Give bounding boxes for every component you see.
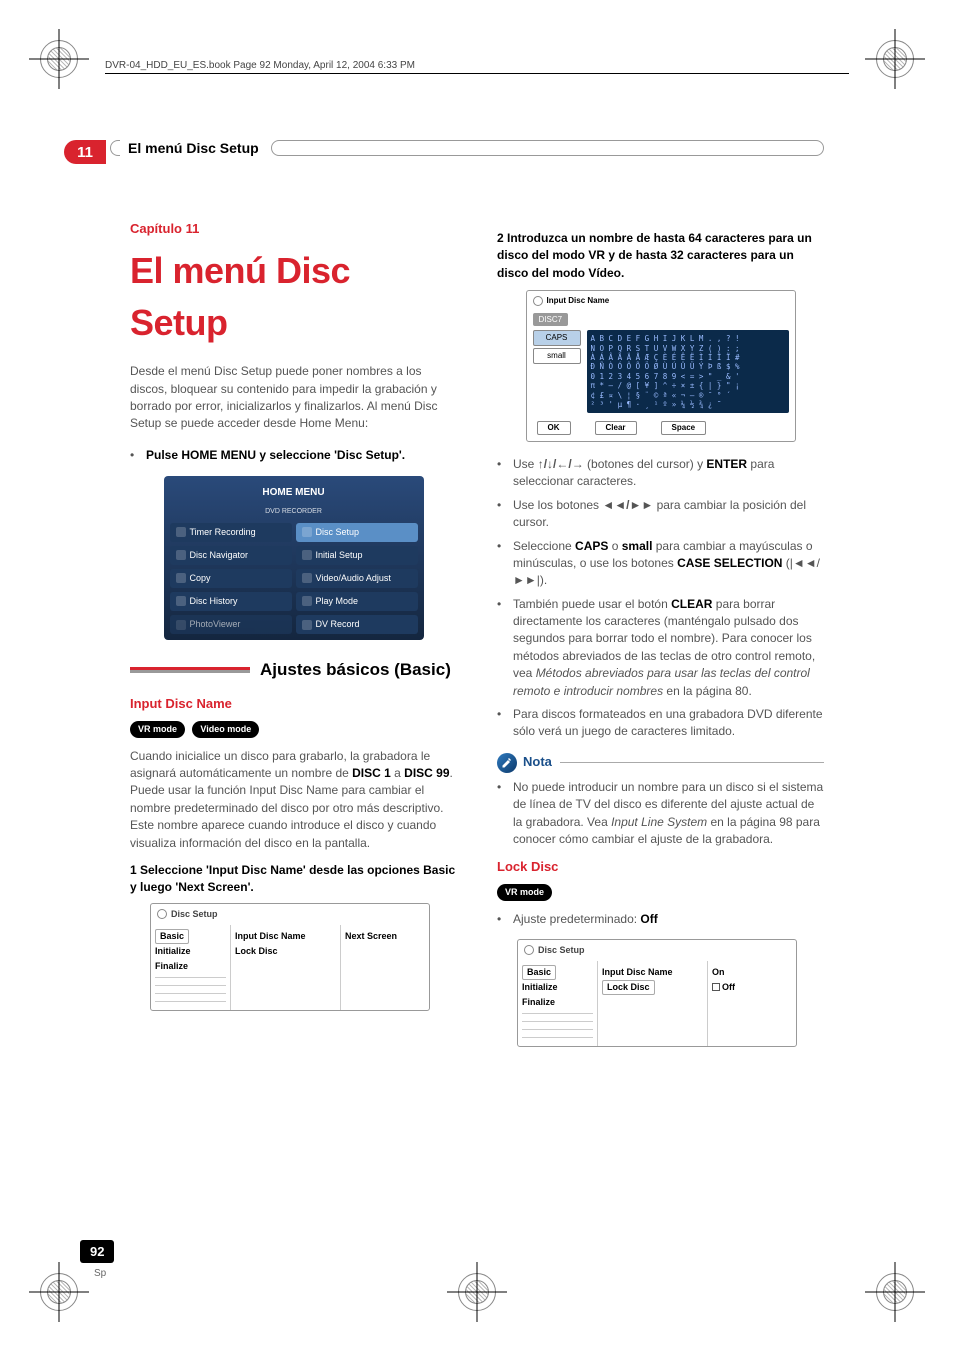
vr-mode-pill-2: VR mode [497, 884, 552, 901]
crop-mark-tl [40, 40, 78, 78]
clock-icon [176, 527, 186, 537]
home-menu-subtitle: DVD RECORDER [170, 507, 418, 517]
panel-basic: Basic [155, 929, 189, 944]
panel-input-disc-name: Input Disc Name [235, 929, 336, 944]
space-button: Space [661, 421, 707, 435]
panel-finalize: Finalize [155, 959, 226, 974]
caps-button: CAPS [533, 330, 581, 346]
hm-item-timer-recording: Timer Recording [170, 523, 292, 542]
panel2-basic: Basic [522, 965, 556, 980]
hm-item-dv-record: DV Record [296, 615, 418, 634]
camcorder-icon [302, 620, 312, 630]
ok-button: OK [537, 421, 571, 435]
chapter-label: Capítulo 11 [130, 220, 457, 239]
bullet-caps-small: Seleccione CAPS o small para cambiar a m… [497, 538, 824, 590]
panel-next-screen: Next Screen [345, 929, 425, 944]
vr-mode-pill: VR mode [130, 721, 185, 738]
heading-input-disc-name: Input Disc Name [130, 695, 457, 714]
hm-item-copy: Copy [170, 569, 292, 588]
disc-setup-panel-1: Disc Setup Basic Initialize Finalize Inp… [150, 903, 430, 1011]
small-button: small [533, 348, 581, 364]
panel2-finalize: Finalize [522, 995, 593, 1010]
adjust-icon [302, 573, 312, 583]
panel2-initialize: Initialize [522, 980, 593, 995]
disc-icon [157, 909, 167, 919]
input-disc-name-panel: Input Disc Name DISC7 CAPS small A B C D… [526, 290, 796, 442]
crop-mark-tr [876, 40, 914, 78]
input-disc-name-paragraph: Cuando inicialice un disco para grabarlo… [130, 748, 457, 852]
bullet-limited-chars: Para discos formateados en una grabadora… [497, 706, 824, 741]
heading-basic: Ajustes básicos (Basic) [130, 658, 457, 683]
note-heading: Nota [497, 753, 824, 773]
panel-initialize: Initialize [155, 944, 226, 959]
crop-mark-br [876, 1273, 914, 1311]
disc-icon [524, 945, 534, 955]
step-open-home-menu: Pulse HOME MENU y seleccione 'Disc Setup… [130, 447, 457, 464]
gear-icon [302, 550, 312, 560]
panel2-on: On [712, 965, 792, 980]
bullet-cursor-position: Use los botones ◄◄/►► para cambiar la po… [497, 497, 824, 532]
page-language: Sp [94, 1268, 106, 1279]
disc-icon [533, 296, 543, 306]
step-2: 2 Introduzca un nombre de hasta 64 carac… [497, 230, 824, 282]
bullet-cursor-enter: Use ↑/↓/←/→ (botones del cursor) y ENTER… [497, 456, 824, 491]
disc-label: DISC7 [533, 313, 569, 327]
panel2-input-disc-name: Input Disc Name [602, 965, 703, 980]
hm-item-photoviewer: PhotoViewer [170, 615, 292, 634]
section-title: El menú Disc Setup [128, 140, 259, 156]
heading-lock-disc: Lock Disc [497, 858, 824, 877]
panel2-lock-disc: Lock Disc [602, 980, 655, 995]
navigator-icon [176, 550, 186, 560]
radio-selected-icon [712, 983, 720, 991]
home-menu-title: HOME MENU [170, 482, 418, 507]
hm-item-video-audio-adjust: Video/Audio Adjust [296, 569, 418, 588]
section-title-row: El menú Disc Setup [110, 140, 824, 156]
hm-item-disc-navigator: Disc Navigator [170, 546, 292, 565]
hm-item-initial-setup: Initial Setup [296, 546, 418, 565]
crop-mark-bl [40, 1273, 78, 1311]
play-icon [302, 596, 312, 606]
chapter-intro: Desde el menú Disc Setup puede poner nom… [130, 363, 457, 433]
mode-pills: VR mode Video mode [130, 720, 457, 738]
crop-mark-bottom-center [458, 1273, 496, 1311]
photo-icon [176, 620, 186, 630]
book-header-line: DVR-04_HDD_EU_ES.book Page 92 Monday, Ap… [105, 60, 849, 74]
right-column: 2 Introduzca un nombre de hasta 64 carac… [497, 220, 824, 1231]
bullet-clear: También puede usar el botón CLEAR para b… [497, 596, 824, 700]
pencil-note-icon [497, 753, 517, 773]
note-body: No puede introducir un nombre para un di… [497, 779, 824, 849]
page-number: 92 [80, 1240, 114, 1263]
chapter-title: El menú Disc Setup [130, 245, 457, 349]
hm-item-disc-setup: Disc Setup [296, 523, 418, 542]
lock-default: Ajuste predeterminado: Off [497, 911, 824, 928]
clear-button: Clear [595, 421, 637, 435]
left-column: Capítulo 11 El menú Disc Setup Desde el … [130, 220, 457, 1231]
hm-item-disc-history: Disc History [170, 592, 292, 611]
hm-item-play-mode: Play Mode [296, 592, 418, 611]
copy-icon [176, 573, 186, 583]
video-mode-pill: Video mode [192, 721, 259, 738]
section-number-badge: 11 [64, 140, 106, 164]
home-menu-figure: HOME MENU DVD RECORDER Timer Recording D… [164, 476, 424, 640]
disc-setup-panel-2: Disc Setup Basic Initialize Finalize Inp… [517, 939, 797, 1047]
step-1: 1 Seleccione 'Input Disc Name' desde las… [130, 862, 457, 897]
disc-icon [302, 527, 312, 537]
character-grid: A B C D E F G H I J K L M . , ? ! N O P … [587, 330, 789, 413]
history-icon [176, 596, 186, 606]
panel-lock-disc: Lock Disc [235, 944, 336, 959]
panel2-off: Off [712, 980, 792, 995]
